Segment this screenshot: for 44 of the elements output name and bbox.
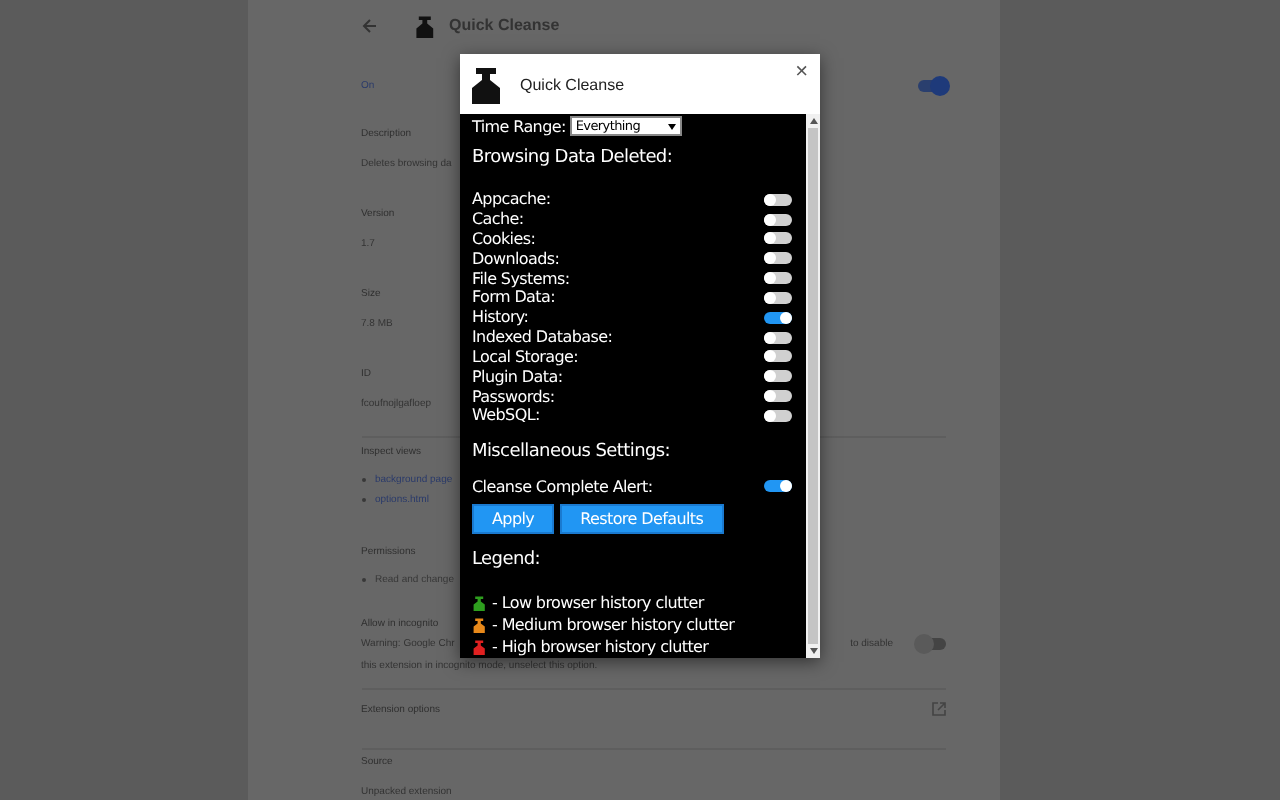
option-toggle[interactable]: [764, 370, 792, 383]
option-label: History:: [472, 308, 529, 327]
time-range-label: Time Range:: [472, 117, 566, 135]
popup-title: Quick Cleanse: [520, 75, 627, 93]
option-toggle[interactable]: [764, 311, 792, 324]
option-label: Indexed Database:: [472, 328, 613, 347]
option-label: File Systems:: [472, 269, 570, 288]
option-toggle[interactable]: [764, 193, 792, 206]
caret-icon: [667, 123, 676, 129]
option-toggle[interactable]: [764, 331, 792, 344]
option-toggle[interactable]: [764, 291, 792, 304]
option-label: Appcache:: [472, 190, 551, 209]
option-label: Cleanse Complete Alert:: [472, 477, 653, 496]
option-toggle[interactable]: [764, 213, 792, 226]
option-toggle[interactable]: [764, 390, 792, 402]
option-toggle[interactable]: [764, 272, 792, 285]
option-toggle[interactable]: [764, 480, 792, 493]
option-label: Form Data:: [472, 288, 555, 307]
section-heading: Miscellaneous Settings:: [472, 441, 671, 462]
spray-bottle-icon: [413, 14, 437, 38]
option-label: Local Storage:: [472, 347, 579, 366]
option-toggle[interactable]: [764, 232, 792, 245]
option-toggle[interactable]: [764, 350, 792, 363]
option-label: Passwords:: [472, 387, 555, 405]
option-label: Plugin Data:: [472, 367, 563, 386]
option-label: Downloads:: [472, 249, 560, 268]
option-label: Cookies:: [472, 229, 536, 248]
option-label: WebSQL:: [472, 406, 540, 425]
section-heading: Legend:: [472, 550, 540, 571]
option-label: Cache:: [472, 210, 524, 229]
restore-defaults-button[interactable]: Restore Defaults: [560, 504, 724, 535]
option-toggle[interactable]: [764, 252, 792, 265]
enable-toggle[interactable]: [917, 80, 945, 92]
close-button[interactable]: ×: [795, 60, 808, 84]
scrollbar[interactable]: [806, 114, 820, 658]
apply-button[interactable]: Apply: [472, 504, 555, 535]
legend-text: - High browser history clutter: [492, 638, 709, 657]
legend-text: - Medium browser history clutter: [492, 616, 735, 635]
scroll-up-icon[interactable]: [809, 118, 817, 124]
scroll-down-icon[interactable]: [809, 648, 817, 654]
option-toggle[interactable]: [764, 409, 792, 422]
legend-text: - Low browser history clutter: [492, 594, 704, 613]
incognito-toggle[interactable]: [917, 638, 945, 650]
section-heading: Browsing Data Deleted:: [472, 148, 673, 169]
